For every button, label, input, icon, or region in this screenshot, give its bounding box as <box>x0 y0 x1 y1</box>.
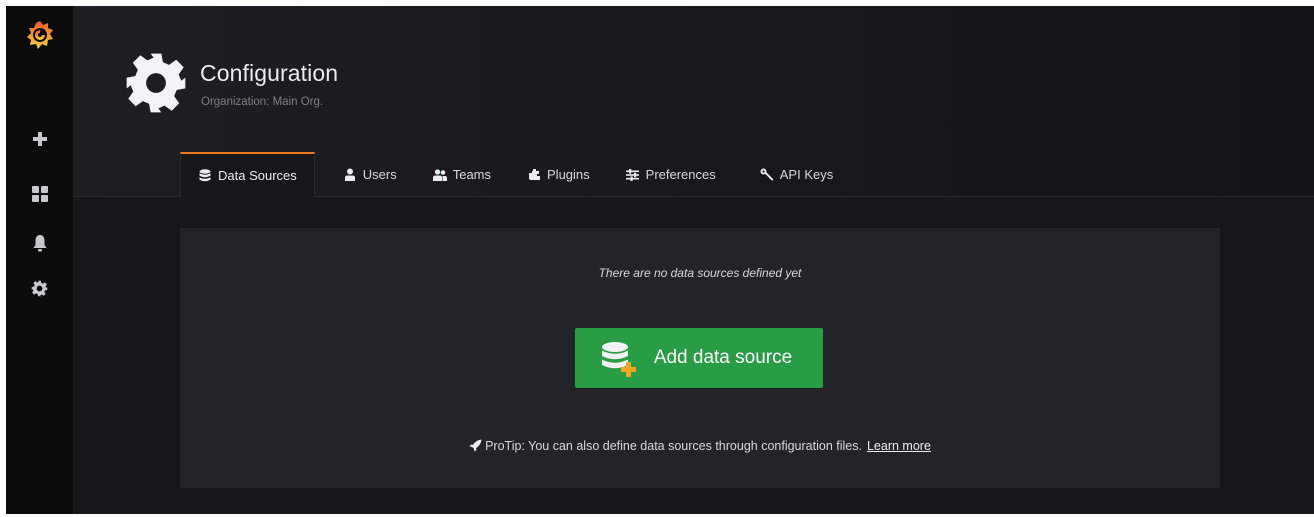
add-data-source-button[interactable]: Add data source <box>575 328 823 388</box>
tab-preferences[interactable]: Preferences <box>610 152 732 197</box>
tab-label: API Keys <box>779 167 834 182</box>
configuration-gear-icon <box>124 51 188 115</box>
dashboards-icon[interactable] <box>6 176 73 212</box>
tab-data-sources[interactable]: Data Sources <box>180 152 315 198</box>
page-subtitle: Organization: Main Org. <box>201 96 324 108</box>
protip-text: ProTip: You can also define data sources… <box>485 439 862 453</box>
app-window: Configuration Organization: Main Org. Da… <box>6 6 1314 514</box>
sidebar <box>6 6 73 514</box>
tab-api-keys[interactable]: API Keys <box>744 152 849 197</box>
protip: ProTip: You can also define data sources… <box>180 439 1220 453</box>
tab-users[interactable]: Users <box>327 152 413 197</box>
user-icon <box>343 168 357 182</box>
grafana-logo-icon[interactable] <box>6 16 73 56</box>
rocket-icon <box>469 439 482 452</box>
database-add-icon <box>601 342 636 377</box>
tab-label: Preferences <box>645 167 716 182</box>
empty-state-message: There are no data sources defined yet <box>598 266 802 280</box>
key-icon <box>760 168 774 182</box>
users-icon <box>432 168 447 182</box>
plus-icon[interactable] <box>6 121 73 157</box>
tab-plugins[interactable]: Plugins <box>511 152 606 197</box>
tab-teams[interactable]: Teams <box>417 152 507 197</box>
tab-bar: Data Sources Users Teams Plugins Prefere… <box>180 152 849 198</box>
empty-state-panel: There are no data sources defined yet Ad… <box>180 228 1220 488</box>
sliders-icon <box>626 168 640 182</box>
page-title: Configuration <box>200 60 339 86</box>
add-data-source-label: Add data source <box>653 347 793 368</box>
tab-label: Teams <box>452 167 492 182</box>
tab-label: Plugins <box>547 167 590 182</box>
learn-more-link[interactable]: Learn more <box>867 439 931 453</box>
tab-label: Users <box>362 167 397 182</box>
bell-icon[interactable] <box>6 225 73 261</box>
tab-label: Data Sources <box>218 168 297 183</box>
database-icon <box>198 169 212 183</box>
gear-icon[interactable] <box>6 270 73 306</box>
plug-icon <box>527 168 541 182</box>
